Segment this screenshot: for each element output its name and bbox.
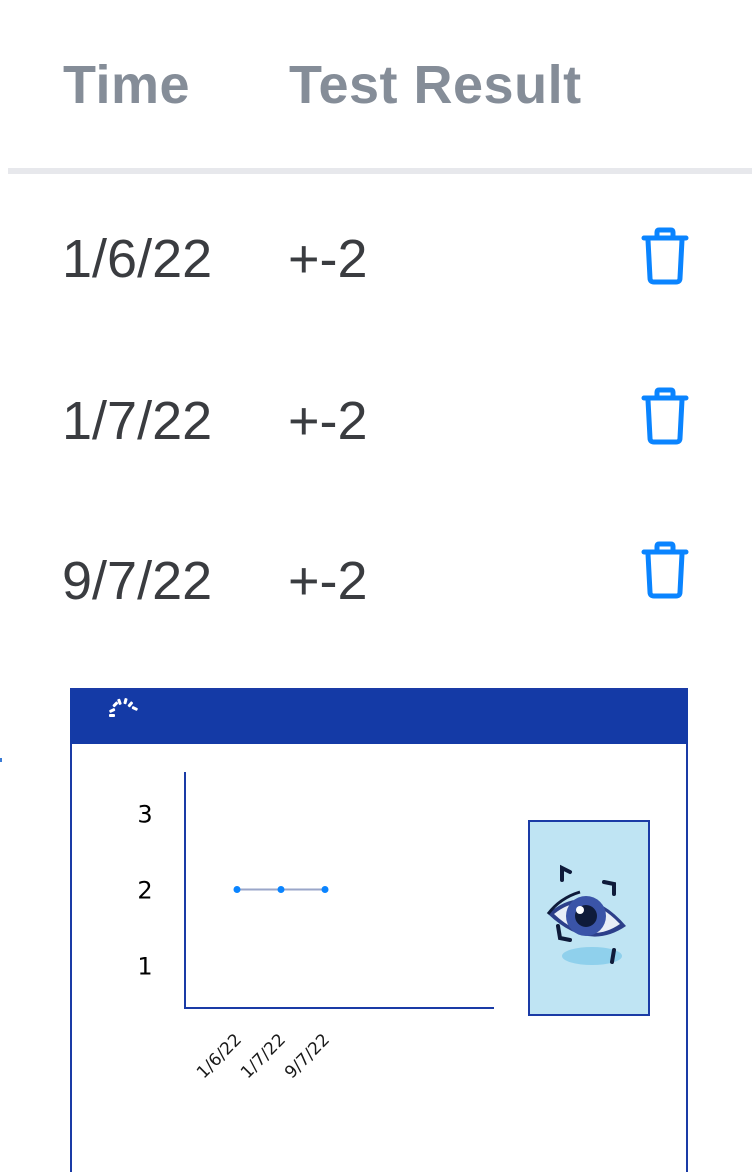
data-point [321, 886, 329, 893]
y-tick-label: 2 [137, 877, 152, 905]
data-point [277, 886, 285, 893]
y-tick-label: 1 [137, 953, 152, 981]
eye-scan-icon [546, 864, 626, 965]
eye-scan-card [528, 820, 650, 1016]
x-tick-label: 9/7/22 [281, 1030, 334, 1083]
x-tick-label: 1/6/22 [193, 1030, 246, 1083]
y-tick-label: 3 [137, 801, 152, 829]
x-tick-label: 1/7/22 [237, 1030, 290, 1083]
test-results-screen: Time Test Result 1/6/22 +-2 1/7/22 +-2 9… [0, 0, 752, 1172]
data-point [233, 886, 241, 893]
